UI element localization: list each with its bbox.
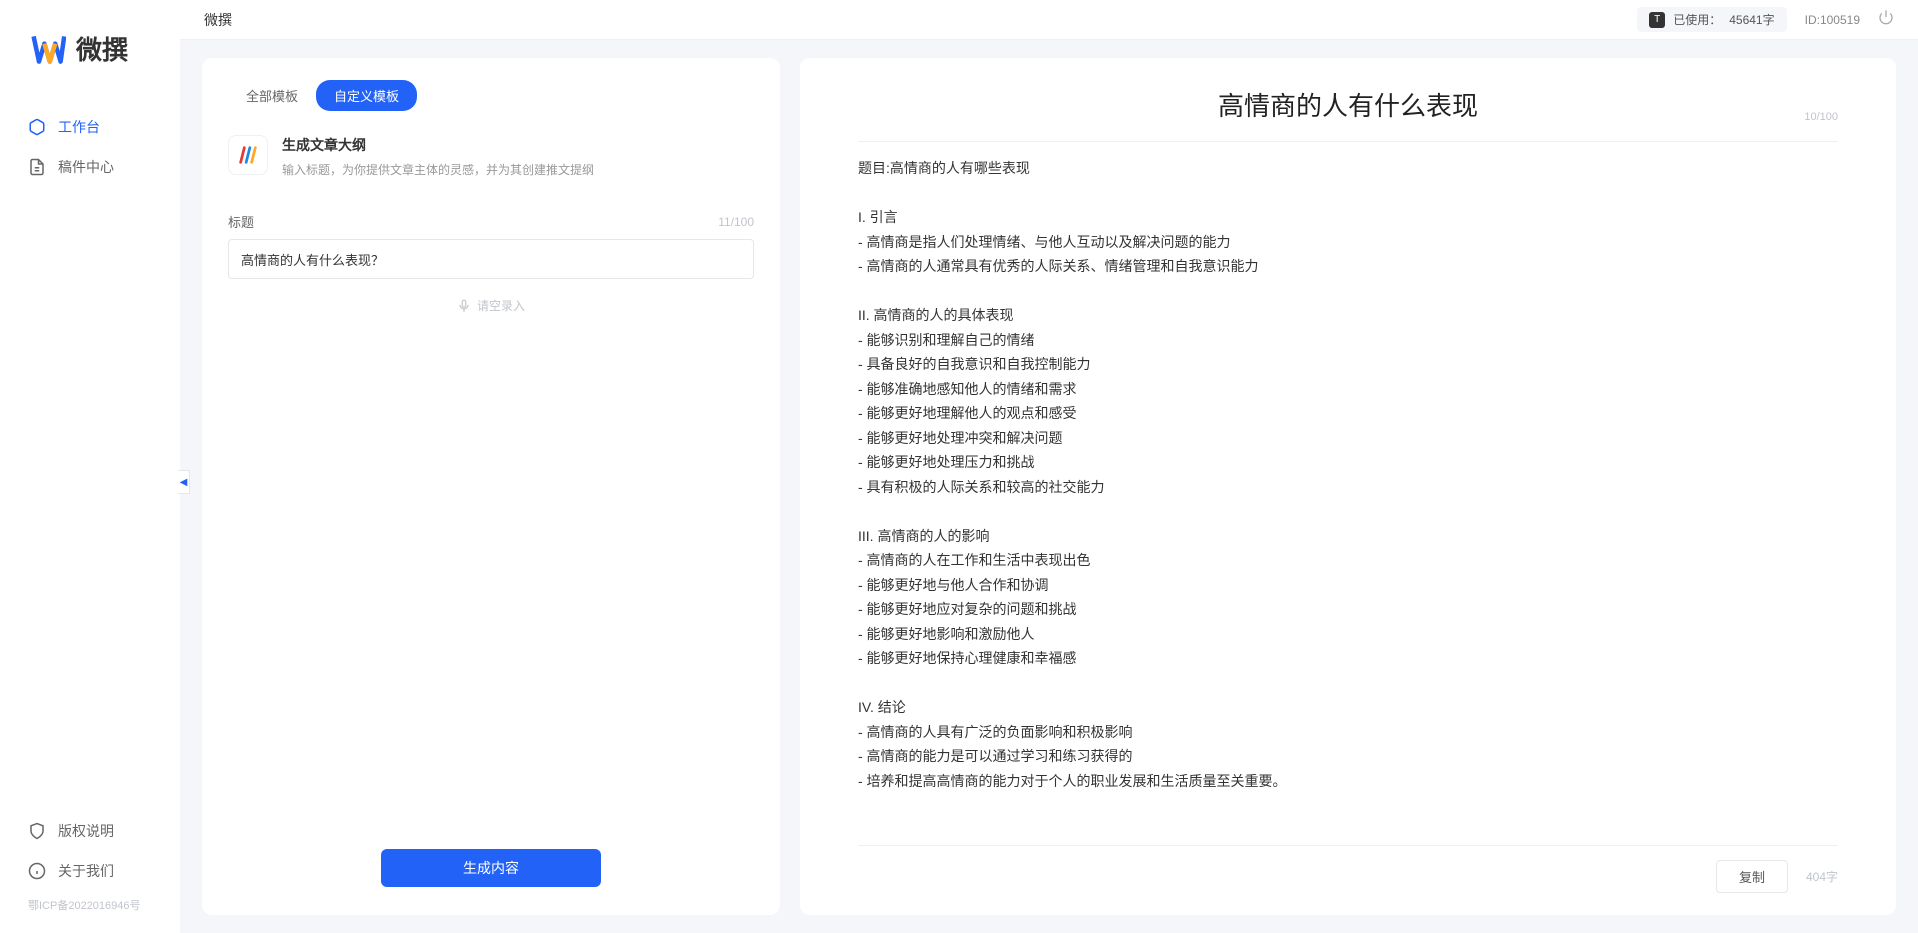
generate-button[interactable]: 生成内容 bbox=[381, 849, 601, 887]
output-title: 高情商的人有什么表现 bbox=[858, 86, 1838, 123]
topbar: 微撰 T 已使用： 45641字 ID:100519 bbox=[180, 0, 1918, 40]
nav-item-copyright[interactable]: 版权说明 bbox=[0, 811, 180, 851]
nav-item-label: 工作台 bbox=[58, 117, 100, 137]
logo-icon bbox=[30, 31, 66, 67]
logo-text: 微撰 bbox=[76, 30, 128, 67]
logo: 微撰 bbox=[0, 0, 180, 97]
nav-item-label: 关于我们 bbox=[58, 861, 114, 881]
template-card: 生成文章大纲 输入标题，为你提供文章主体的灵感，并为其创建推文提纲 bbox=[228, 129, 754, 198]
topbar-title: 微撰 bbox=[204, 10, 232, 30]
nav-item-workbench[interactable]: 工作台 bbox=[0, 107, 180, 147]
tab-label: 自定义模板 bbox=[334, 89, 399, 104]
mic-icon bbox=[457, 299, 471, 313]
output-title-row: 高情商的人有什么表现 10/100 bbox=[858, 86, 1838, 142]
output-char-count: 404字 bbox=[1806, 868, 1838, 885]
usage-pill[interactable]: T 已使用： 45641字 bbox=[1637, 7, 1786, 32]
output-title-counter: 10/100 bbox=[1804, 111, 1838, 123]
template-icon bbox=[228, 135, 268, 175]
usage-value: 45641字 bbox=[1729, 11, 1774, 28]
template-panel: 全部模板 自定义模板 生成文章大纲 输入标题，为你提供文章主体的灵感，并为其创建… bbox=[202, 58, 780, 915]
tab-row: 全部模板 自定义模板 bbox=[228, 80, 754, 111]
tab-all-templates[interactable]: 全部模板 bbox=[228, 80, 316, 111]
tab-custom-templates[interactable]: 自定义模板 bbox=[316, 80, 417, 111]
output-panel: 高情商的人有什么表现 10/100 题目:高情商的人有哪些表现 I. 引言 - … bbox=[800, 58, 1896, 915]
template-desc: 输入标题，为你提供文章主体的灵感，并为其创建推文提纲 bbox=[282, 161, 594, 178]
nav-item-about[interactable]: 关于我们 bbox=[0, 851, 180, 891]
usage-badge-icon: T bbox=[1649, 12, 1665, 28]
title-field: 标题 11/100 bbox=[228, 212, 754, 279]
voice-input-label: 请空录入 bbox=[477, 297, 525, 314]
power-button[interactable] bbox=[1878, 9, 1894, 30]
nav: 工作台 稿件中心 bbox=[0, 97, 180, 811]
template-title: 生成文章大纲 bbox=[282, 135, 594, 155]
sidebar: 微撰 工作台 稿件中心 版权说明 关于我们 鄂ICP备2022016946号 ◀ bbox=[0, 0, 180, 933]
output-body[interactable]: 题目:高情商的人有哪些表现 I. 引言 - 高情商是指人们处理情绪、与他人互动以… bbox=[858, 156, 1838, 845]
copy-button[interactable]: 复制 bbox=[1716, 860, 1788, 893]
field-label: 标题 bbox=[228, 212, 254, 231]
output-footer: 复制 404字 bbox=[858, 845, 1838, 893]
icp-number: 鄂ICP备2022016946号 bbox=[0, 891, 180, 923]
voice-input-button[interactable]: 请空录入 bbox=[228, 297, 754, 314]
nav-item-label: 稿件中心 bbox=[58, 157, 114, 177]
title-input[interactable] bbox=[228, 239, 754, 279]
content: 全部模板 自定义模板 生成文章大纲 输入标题，为你提供文章主体的灵感，并为其创建… bbox=[180, 40, 1918, 933]
nav-item-drafts[interactable]: 稿件中心 bbox=[0, 147, 180, 187]
usage-label: 已使用： bbox=[1673, 11, 1721, 28]
nav-item-label: 版权说明 bbox=[58, 821, 114, 841]
tab-label: 全部模板 bbox=[246, 89, 298, 104]
user-id: ID:100519 bbox=[1805, 13, 1860, 27]
sidebar-bottom: 版权说明 关于我们 鄂ICP备2022016946号 bbox=[0, 811, 180, 933]
main: 微撰 T 已使用： 45641字 ID:100519 全部模板 自定义模板 bbox=[180, 0, 1918, 933]
field-counter: 11/100 bbox=[718, 215, 754, 229]
sidebar-collapse-handle[interactable]: ◀ bbox=[178, 470, 190, 494]
